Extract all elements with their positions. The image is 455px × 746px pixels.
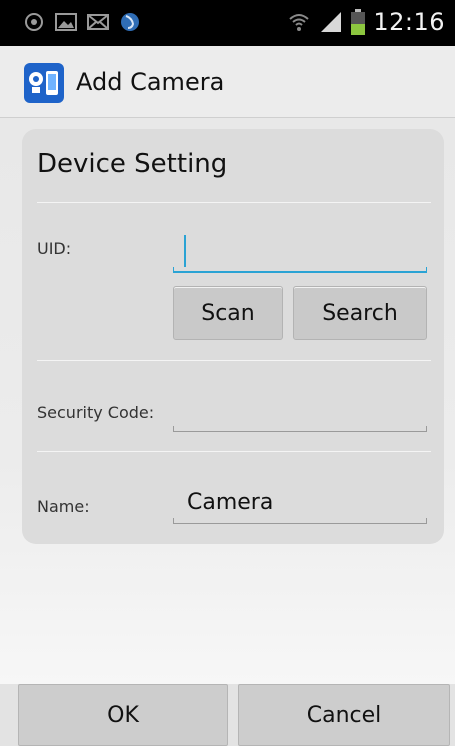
content-area: Device Setting UID: Scan Search Security… [0, 119, 455, 684]
uid-input-underline [173, 267, 427, 273]
security-code-input-underline [173, 426, 427, 432]
divider [37, 451, 431, 452]
battery-icon [351, 9, 366, 35]
status-bar: 12:16 [0, 0, 455, 46]
name-label: Name: [37, 497, 90, 516]
wifi-icon [289, 14, 309, 31]
device-setting-panel: Device Setting UID: Scan Search Security… [22, 129, 444, 544]
notification-icon [25, 13, 43, 31]
page-title: Add Camera [76, 68, 225, 96]
scan-button[interactable]: Scan [173, 286, 283, 340]
status-bar-notifications [22, 10, 142, 34]
uid-input[interactable] [173, 233, 427, 261]
clock: 12:16 [373, 8, 445, 36]
security-code-input[interactable] [173, 397, 427, 425]
mail-icon [87, 14, 109, 30]
cancel-button[interactable]: Cancel [238, 684, 450, 746]
uid-label: UID: [37, 239, 72, 258]
gallery-icon [55, 13, 77, 31]
sync-icon [121, 13, 139, 31]
name-input[interactable] [173, 488, 427, 516]
camera-app-icon[interactable] [24, 63, 64, 103]
security-code-label: Security Code: [37, 403, 155, 422]
search-button[interactable]: Search [293, 286, 427, 340]
bottom-button-bar: OK Cancel [0, 684, 455, 746]
ok-button[interactable]: OK [18, 684, 228, 746]
divider [37, 360, 431, 361]
device-setting-title: Device Setting [37, 149, 228, 179]
status-bar-system: 12:16 [287, 8, 445, 36]
action-bar: Add Camera [0, 46, 455, 118]
text-cursor [184, 235, 186, 267]
name-input-underline [173, 518, 427, 524]
signal-icon [321, 12, 342, 32]
divider [37, 202, 431, 203]
